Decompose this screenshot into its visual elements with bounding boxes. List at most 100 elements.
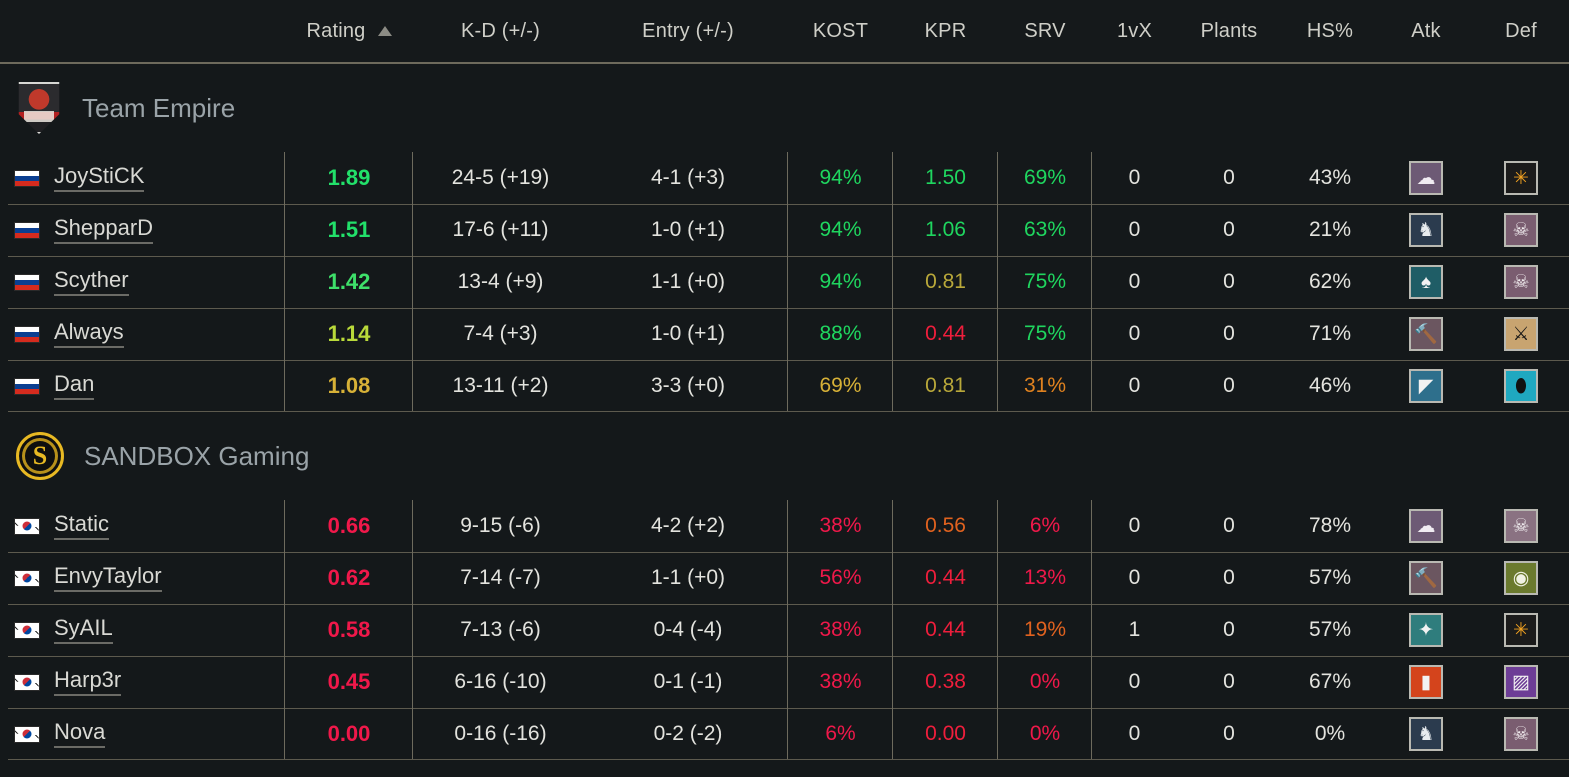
table-row: Harp3r 0.45 6-16 (-10) 0-1 (-1) 38% 0.38 0% 0 0 6… <box>0 656 1569 708</box>
rating-value: 0.66 <box>327 513 371 538</box>
team-name[interactable]: SANDBOX Gaming <box>84 441 309 472</box>
kd-cell: 7-4 (+3) <box>463 322 538 345</box>
table-row: JoyStiCK 1.89 24-5 (+19) 4-1 (+3) 94% 1.50 69%… <box>0 152 1569 204</box>
def-cell: ☠ <box>1473 500 1569 552</box>
flag-south-korea-icon <box>14 673 40 691</box>
kpr-cell: 0.44 <box>893 552 998 604</box>
operator-caveira-icon: ☠ <box>1504 213 1538 247</box>
table-row: Nova 0.00 0-16 (-16) 0-2 (-2) 6% 0.00 0% 0 0 0% ♞ ☠ <box>0 708 1569 760</box>
kpr-cell: 1.06 <box>893 204 998 256</box>
column-header-kpr[interactable]: KPR <box>893 0 998 62</box>
kd-cell: 13-4 (+9) <box>457 270 544 293</box>
hs-cell: 67% <box>1308 670 1352 693</box>
column-header-rating[interactable]: Rating <box>285 0 413 62</box>
player-name-link[interactable]: ShepparD <box>54 216 154 244</box>
player-cell: EnvyTaylor <box>0 552 285 604</box>
flag-russia-icon <box>14 325 40 343</box>
rating-value: 0.00 <box>327 721 371 746</box>
player-name-link[interactable]: EnvyTaylor <box>54 564 162 592</box>
srv-cell: 75% <box>998 256 1092 308</box>
plants-cell: 0 <box>1223 514 1235 537</box>
plants-cell: 0 <box>1223 374 1235 397</box>
flag-russia-icon <box>14 273 40 291</box>
atk-cell: 🔨 <box>1379 308 1473 360</box>
player-name-link[interactable]: SyAIL <box>54 616 113 644</box>
player-name-link[interactable]: JoyStiCK <box>54 164 145 192</box>
kpr-cell: 1.50 <box>893 152 998 204</box>
operator-caveira-icon: ☠ <box>1504 265 1538 299</box>
column-header-rating-label: Rating <box>306 19 366 42</box>
column-header-kd[interactable]: K-D (+/-) <box>413 0 588 62</box>
column-header-def[interactable]: Def <box>1473 0 1569 62</box>
column-header-1vx[interactable]: 1vX <box>1092 0 1177 62</box>
hs-cell: 78% <box>1308 514 1352 537</box>
operator-nokk-icon: ◤ <box>1409 369 1443 403</box>
hs-cell: 21% <box>1308 218 1352 241</box>
rating-value: 1.51 <box>327 217 371 242</box>
triangle-up-icon[interactable] <box>377 26 392 36</box>
kost-cell: 6% <box>788 708 893 760</box>
entry-cell: 4-1 (+3) <box>588 152 788 204</box>
atk-cell: ♞ <box>1379 204 1473 256</box>
player-cell: ShepparD <box>0 204 285 256</box>
column-header-srv[interactable]: SRV <box>998 0 1092 62</box>
entry-cell: 0-2 (-2) <box>588 708 788 760</box>
column-header-plants[interactable]: Plants <box>1177 0 1281 62</box>
table-row: SyAIL 0.58 7-13 (-6) 0-4 (-4) 38% 0.44 19% 1 0 57… <box>0 604 1569 656</box>
player-cell: Scyther <box>0 256 285 308</box>
kpr-cell: 0.44 <box>893 308 998 360</box>
team-empire-logo <box>18 82 60 134</box>
srv-cell: 31% <box>998 360 1092 412</box>
def-cell: ☠ <box>1473 708 1569 760</box>
atk-cell: ✦ <box>1379 604 1473 656</box>
operator-smoke-icon: ☁ <box>1409 161 1443 195</box>
srv-cell: 63% <box>998 204 1092 256</box>
kd-cell: 7-14 (-7) <box>460 566 541 589</box>
rating-value: 1.08 <box>327 373 371 398</box>
column-header-atk[interactable]: Atk <box>1379 0 1473 62</box>
operator-sledge-icon: 🔨 <box>1409 317 1443 351</box>
flag-south-korea-icon <box>14 725 40 743</box>
column-header-kost[interactable]: KOST <box>788 0 893 62</box>
table-row: Dan 1.08 13-11 (+2) 3-3 (+0) 69% 0.81 31% 0 0 46%… <box>0 360 1569 412</box>
srv-cell: 19% <box>998 604 1092 656</box>
player-name-link[interactable]: Scyther <box>54 268 129 296</box>
column-header-hs[interactable]: HS% <box>1281 0 1379 62</box>
kost-cell: 94% <box>788 204 893 256</box>
team-name[interactable]: Team Empire <box>82 93 235 124</box>
operator-clash-icon: ⬮ <box>1504 369 1538 403</box>
player-cell: Dan <box>0 360 285 412</box>
column-header-entry[interactable]: Entry (+/-) <box>588 0 788 62</box>
player-name-link[interactable]: Harp3r <box>54 668 122 696</box>
player-name-link[interactable]: Dan <box>54 372 95 400</box>
operator-vigil-icon: ☠ <box>1504 509 1538 543</box>
def-cell: ☠ <box>1473 204 1569 256</box>
srv-cell: 69% <box>998 152 1092 204</box>
table-row: EnvyTaylor 0.62 7-14 (-7) 1-1 (+0) 56% 0.44 13… <box>0 552 1569 604</box>
flag-south-korea-icon <box>14 517 40 535</box>
kpr-cell: 0.38 <box>893 656 998 708</box>
flag-russia-icon <box>14 221 40 239</box>
flag-south-korea-icon <box>14 569 40 587</box>
player-cell: Always <box>0 308 285 360</box>
onevx-cell: 0 <box>1128 566 1141 589</box>
rating-value: 1.14 <box>327 321 371 346</box>
kpr-cell: 0.00 <box>893 708 998 760</box>
player-name-link[interactable]: Nova <box>54 720 106 748</box>
rating-cell: 1.89 <box>285 152 413 204</box>
srv-cell: 75% <box>998 308 1092 360</box>
def-cell: ▨ <box>1473 656 1569 708</box>
kd-cell: 24-5 (+19) <box>451 166 550 189</box>
team-header: SANDBOX Gaming <box>0 412 1569 500</box>
onevx-cell: 0 <box>1128 514 1141 537</box>
table-header-row: Rating K-D (+/-) Entry (+/-) KOST KPR SR… <box>0 0 1569 64</box>
operator-blackbeard-icon: ♞ <box>1409 717 1443 751</box>
player-name-link[interactable]: Always <box>54 320 124 348</box>
rating-cell: 1.08 <box>285 360 413 412</box>
rating-value: 1.42 <box>327 269 371 294</box>
onevx-cell: 0 <box>1128 374 1141 397</box>
entry-cell: 0-4 (-4) <box>588 604 788 656</box>
player-name-link[interactable]: Static <box>54 512 110 540</box>
plants-cell: 0 <box>1223 566 1235 589</box>
player-cell: JoyStiCK <box>0 152 285 204</box>
